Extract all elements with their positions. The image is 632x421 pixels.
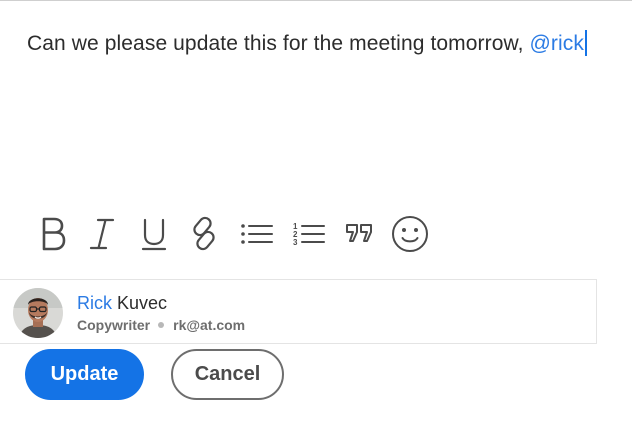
underline-button[interactable]	[132, 212, 176, 256]
user-name-rest: Kuvec	[112, 293, 168, 313]
comment-editor[interactable]: Can we please update this for the meetin…	[27, 30, 587, 56]
mention-text: @rick	[529, 32, 584, 55]
divider	[0, 0, 632, 1]
bold-icon	[42, 217, 66, 251]
svg-text:3: 3	[293, 238, 298, 247]
italic-button[interactable]	[80, 212, 124, 256]
update-button[interactable]: Update	[25, 349, 144, 400]
underline-icon	[141, 218, 167, 251]
link-button[interactable]	[182, 212, 226, 256]
user-meta: Copywriter rk@at.com	[77, 317, 245, 333]
comment-text: Can we please update this for the meetin…	[27, 32, 530, 55]
user-name-match: Rick	[77, 293, 112, 313]
quote-icon	[346, 224, 372, 242]
emoji-icon	[392, 216, 428, 252]
numbered-list-button[interactable]: 123	[287, 212, 331, 256]
mention-suggestion-item[interactable]: Rick Kuvec Copywriter rk@at.com	[0, 279, 597, 344]
user-email: rk@at.com	[173, 317, 246, 333]
bold-button[interactable]	[31, 212, 75, 256]
text-caret	[584, 30, 587, 56]
numbered-list-icon: 123	[293, 222, 325, 247]
quote-button[interactable]	[338, 212, 382, 256]
separator-dot	[158, 322, 165, 328]
user-role: Copywriter	[77, 317, 151, 333]
italic-icon	[89, 218, 115, 250]
user-name: Rick Kuvec	[77, 293, 167, 314]
emoji-button[interactable]	[388, 212, 432, 256]
bulleted-list-button[interactable]	[235, 212, 279, 256]
avatar	[13, 288, 63, 338]
bulleted-list-icon	[241, 224, 273, 244]
user-avatar-icon	[13, 288, 63, 338]
cancel-button[interactable]: Cancel	[171, 349, 284, 400]
link-icon	[193, 216, 215, 251]
